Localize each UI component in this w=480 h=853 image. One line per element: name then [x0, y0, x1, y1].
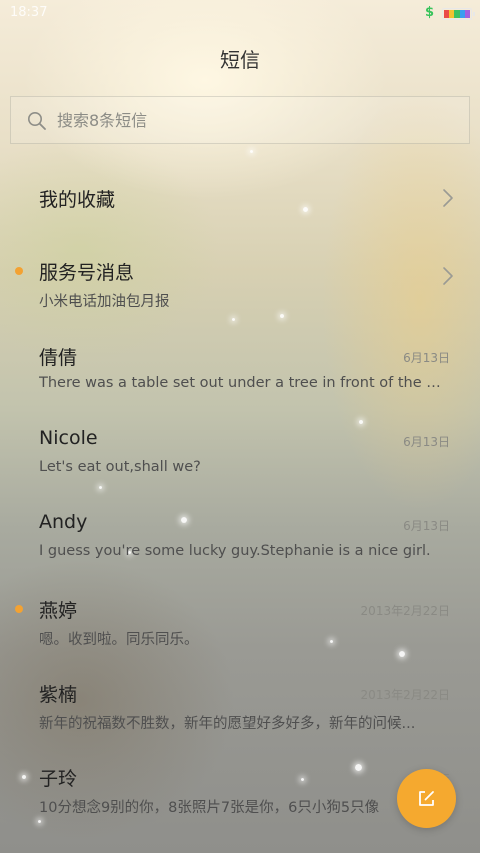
conversation-preview: 新年的祝福数不胜数，新年的愿望好多好多，新年的问候...: [39, 716, 416, 732]
conversation-row[interactable]: 燕婷嗯。收到啦。同乐同乐。 2013年2月22日: [0, 577, 480, 661]
messaging-app: 18:37 $ 短信 我的收藏服务号消息小米电话加油包月报倩倩 There was…: [0, 0, 480, 853]
compose-button[interactable]: [397, 769, 456, 828]
conversation-name: 紫楠: [39, 684, 78, 706]
conversation-row[interactable]: 我的收藏: [0, 155, 480, 239]
conversation-row[interactable]: 紫楠新年的祝福数不胜数，新年的愿望好多好多，新年的问候... 2013年2月22日: [0, 661, 480, 745]
search-box[interactable]: [10, 96, 470, 144]
unread-dot: [15, 605, 23, 613]
battery-segment: [464, 10, 471, 18]
conversation-preview: 10分想念9别的你，8张照片7张是你，6只小狗5只像: [39, 800, 380, 816]
unread-dot: [15, 267, 23, 275]
conversation-date: 6月13日: [403, 435, 450, 449]
conversation-preview: I guess you're some lucky guy.Stephanie …: [39, 543, 431, 559]
battery-icon: [442, 8, 475, 20]
conversation-preview: There was a table set out under a tree i…: [39, 375, 449, 391]
conversation-row[interactable]: Andy I guess you're some lucky guy.Stepha…: [0, 492, 480, 576]
search-icon: [28, 112, 46, 130]
conversation-preview: 嗯。收到啦。同乐同乐。: [39, 632, 199, 648]
page-title: 短信: [220, 48, 260, 72]
compose-icon: [419, 791, 434, 806]
bokeh-dot: [250, 150, 253, 153]
conversation-row[interactable]: Nicole Let's eat out,shall we? 6月13日: [0, 408, 480, 492]
conversation-name: 燕婷: [39, 600, 78, 622]
conversation-name: Nicole: [39, 427, 98, 449]
conversation-name: 服务号消息: [39, 262, 135, 284]
conversation-row[interactable]: 倩倩 There was a table set out under a tree…: [0, 324, 480, 408]
status-bar: 18:37 $: [0, 0, 480, 28]
search-input[interactable]: [57, 97, 457, 143]
conversation-row[interactable]: 服务号消息小米电话加油包月报: [0, 239, 480, 323]
conversation-date: 6月13日: [403, 351, 450, 365]
conversation-date: 2013年2月22日: [360, 604, 450, 618]
charging-icon: $: [424, 5, 434, 20]
conversation-preview: 小米电话加油包月报: [39, 294, 170, 310]
conversation-name: Andy: [39, 511, 88, 533]
conversation-name: 我的收藏: [39, 189, 116, 211]
status-time: 18:37: [10, 5, 48, 20]
conversation-preview: Let's eat out,shall we?: [39, 459, 201, 475]
chevron-right-icon: [443, 189, 453, 207]
conversation-date: 2013年2月22日: [360, 688, 450, 702]
conversation-name: 倩倩: [39, 347, 78, 369]
conversation-date: 6月13日: [403, 519, 450, 533]
chevron-right-icon: [443, 267, 453, 285]
conversation-name: 子玲: [39, 768, 78, 790]
